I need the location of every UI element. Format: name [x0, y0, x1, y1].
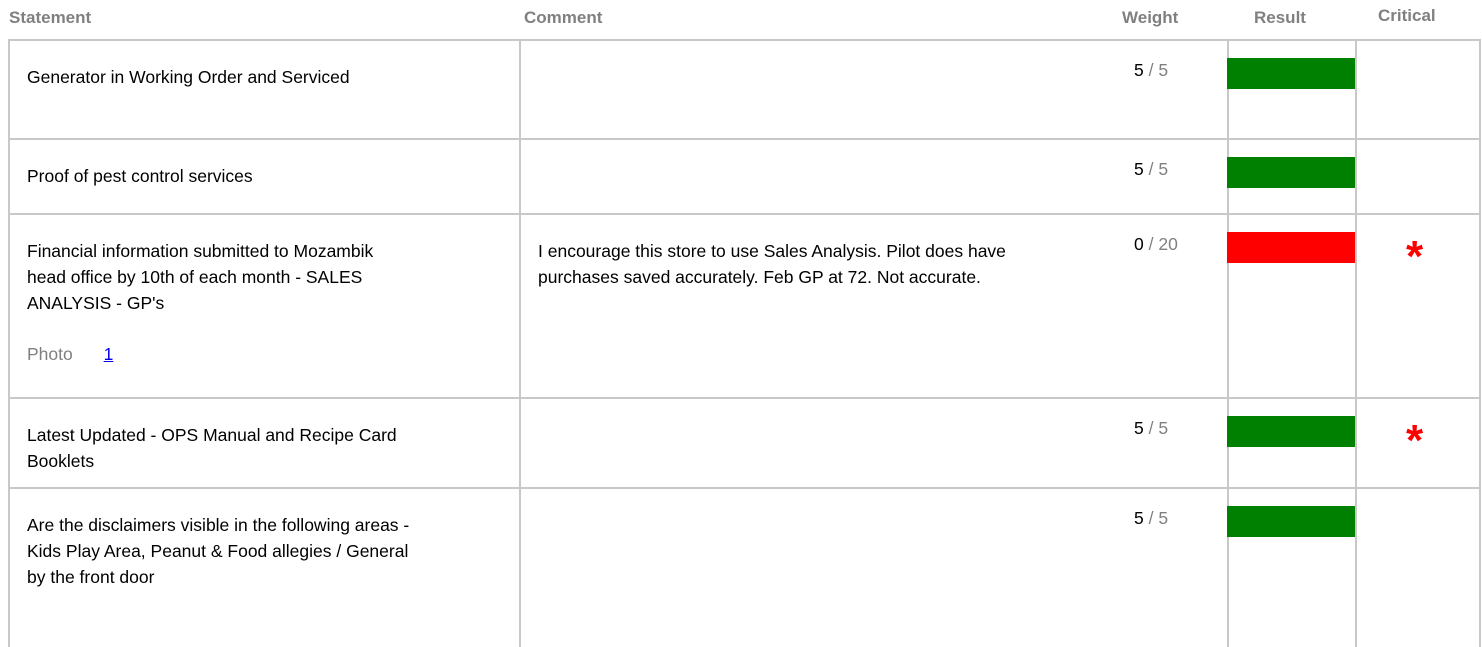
column-header-critical[interactable]: Critical	[1378, 6, 1436, 26]
score-max: 5	[1158, 159, 1169, 179]
result-pass-bar	[1227, 506, 1355, 537]
photo-label: Photo	[27, 344, 73, 364]
score-separator: /	[1148, 60, 1154, 80]
score-separator: /	[1148, 418, 1154, 438]
score-value: 5	[1134, 159, 1144, 179]
result-pass-bar	[1227, 416, 1355, 447]
statement-text: Generator in Working Order and Serviced	[27, 67, 350, 87]
table-row: Proof of pest control services 5 / 5	[8, 138, 1481, 215]
statement-text: Financial information submitted to Mozam…	[27, 241, 374, 313]
score-max: 5	[1158, 418, 1169, 438]
column-divider	[519, 399, 521, 487]
comment-text: I encourage this store to use Sales Anal…	[538, 241, 1006, 287]
column-divider	[519, 41, 521, 138]
column-divider	[519, 489, 521, 647]
column-header-comment[interactable]: Comment	[524, 8, 602, 28]
photo-attachments: Photo 1	[27, 341, 113, 367]
column-divider	[1355, 140, 1357, 213]
score-value: 5	[1134, 508, 1144, 528]
critical-asterisk-icon: *	[1406, 416, 1424, 465]
score-value: 5	[1134, 418, 1144, 438]
weight-score: 0 / 20	[1134, 232, 1178, 256]
column-divider	[1355, 41, 1357, 138]
result-pass-bar	[1227, 157, 1355, 188]
table-row: Latest Updated - OPS Manual and Recipe C…	[8, 397, 1481, 489]
column-divider	[1355, 399, 1357, 487]
column-header-result[interactable]: Result	[1254, 8, 1306, 28]
score-value: 5	[1134, 60, 1144, 80]
column-divider	[519, 215, 521, 397]
critical-asterisk-icon: *	[1406, 232, 1424, 281]
table-row: Generator in Working Order and Serviced …	[8, 39, 1481, 140]
score-value: 0	[1134, 234, 1144, 254]
column-divider	[1355, 489, 1357, 647]
column-divider	[1227, 41, 1229, 138]
statement-text: Proof of pest control services	[27, 166, 253, 186]
weight-score: 5 / 5	[1134, 506, 1168, 530]
weight-score: 5 / 5	[1134, 157, 1168, 181]
score-max: 5	[1158, 508, 1169, 528]
score-max: 20	[1158, 234, 1178, 254]
audit-table: Statement Comment Weight Result Critical…	[0, 0, 1482, 647]
weight-score: 5 / 5	[1134, 58, 1168, 82]
score-separator: /	[1148, 159, 1154, 179]
result-pass-bar	[1227, 58, 1355, 89]
statement-text: Are the disclaimers visible in the follo…	[27, 515, 410, 587]
column-divider	[1355, 215, 1357, 397]
table-row: Financial information submitted to Mozam…	[8, 213, 1481, 399]
photo-link[interactable]: 1	[104, 344, 114, 364]
score-max: 5	[1158, 60, 1169, 80]
score-separator: /	[1148, 508, 1154, 528]
statement-text: Latest Updated - OPS Manual and Recipe C…	[27, 425, 397, 471]
column-divider	[519, 140, 521, 213]
score-separator: /	[1148, 234, 1154, 254]
column-header-weight[interactable]: Weight	[1122, 8, 1178, 28]
result-fail-bar	[1227, 232, 1355, 263]
column-header-statement[interactable]: Statement	[9, 8, 91, 28]
weight-score: 5 / 5	[1134, 416, 1168, 440]
table-row: Are the disclaimers visible in the follo…	[8, 487, 1481, 647]
